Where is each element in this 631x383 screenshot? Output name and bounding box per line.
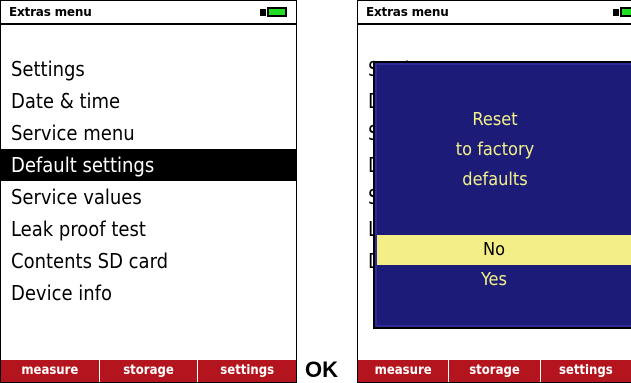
menu-item-contents-sd-card[interactable]: Contents SD card [1,245,296,277]
softkey-settings[interactable]: settings [197,360,296,382]
dialog-message-line: Reset [472,109,518,130]
dialog-option-yes[interactable]: Yes [377,265,631,295]
extras-menu-list: Settings Date & time Service menu Defaul… [1,53,296,309]
softkey-settings[interactable]: settings [539,360,631,382]
menu-item-date-time[interactable]: Date & time [1,85,296,117]
dialog-message-line: defaults [462,169,528,190]
menu-item-service-menu[interactable]: Service menu [1,117,296,149]
softkey-storage[interactable]: storage [98,360,198,382]
softkey-bar: measure storage settings [358,360,631,382]
screen-title: Extras menu [366,5,449,19]
battery-icon [613,7,631,17]
screen-title: Extras menu [9,5,92,19]
title-bar: Extras menu [1,1,296,25]
menu-item-settings[interactable]: Settings [1,53,296,85]
menu-item-default-settings[interactable]: Default settings [1,149,296,181]
dialog-option-no[interactable]: No [377,235,631,265]
extras-menu-screen: Extras menu Settings Date & time Service… [0,0,297,383]
dialog-message-line: to factory [455,139,535,160]
menu-item-device-info[interactable]: Device info [1,277,296,309]
battery-icon [260,7,288,17]
softkey-storage[interactable]: storage [448,360,539,382]
softkey-bar: measure storage settings [1,360,296,382]
reset-confirm-dialog: Reset to factory defaults No Yes [373,61,631,329]
menu-item-service-values[interactable]: Service values [1,181,296,213]
menu-item-leak-proof-test[interactable]: Leak proof test [1,213,296,245]
title-bar: Extras menu [358,1,631,25]
softkey-measure[interactable]: measure [1,360,99,382]
softkey-measure[interactable]: measure [358,360,448,382]
extras-menu-screen-with-dialog: Extras menu Setti D S D S L D Reset to f… [357,0,631,383]
ok-step-label: OK [305,357,338,382]
